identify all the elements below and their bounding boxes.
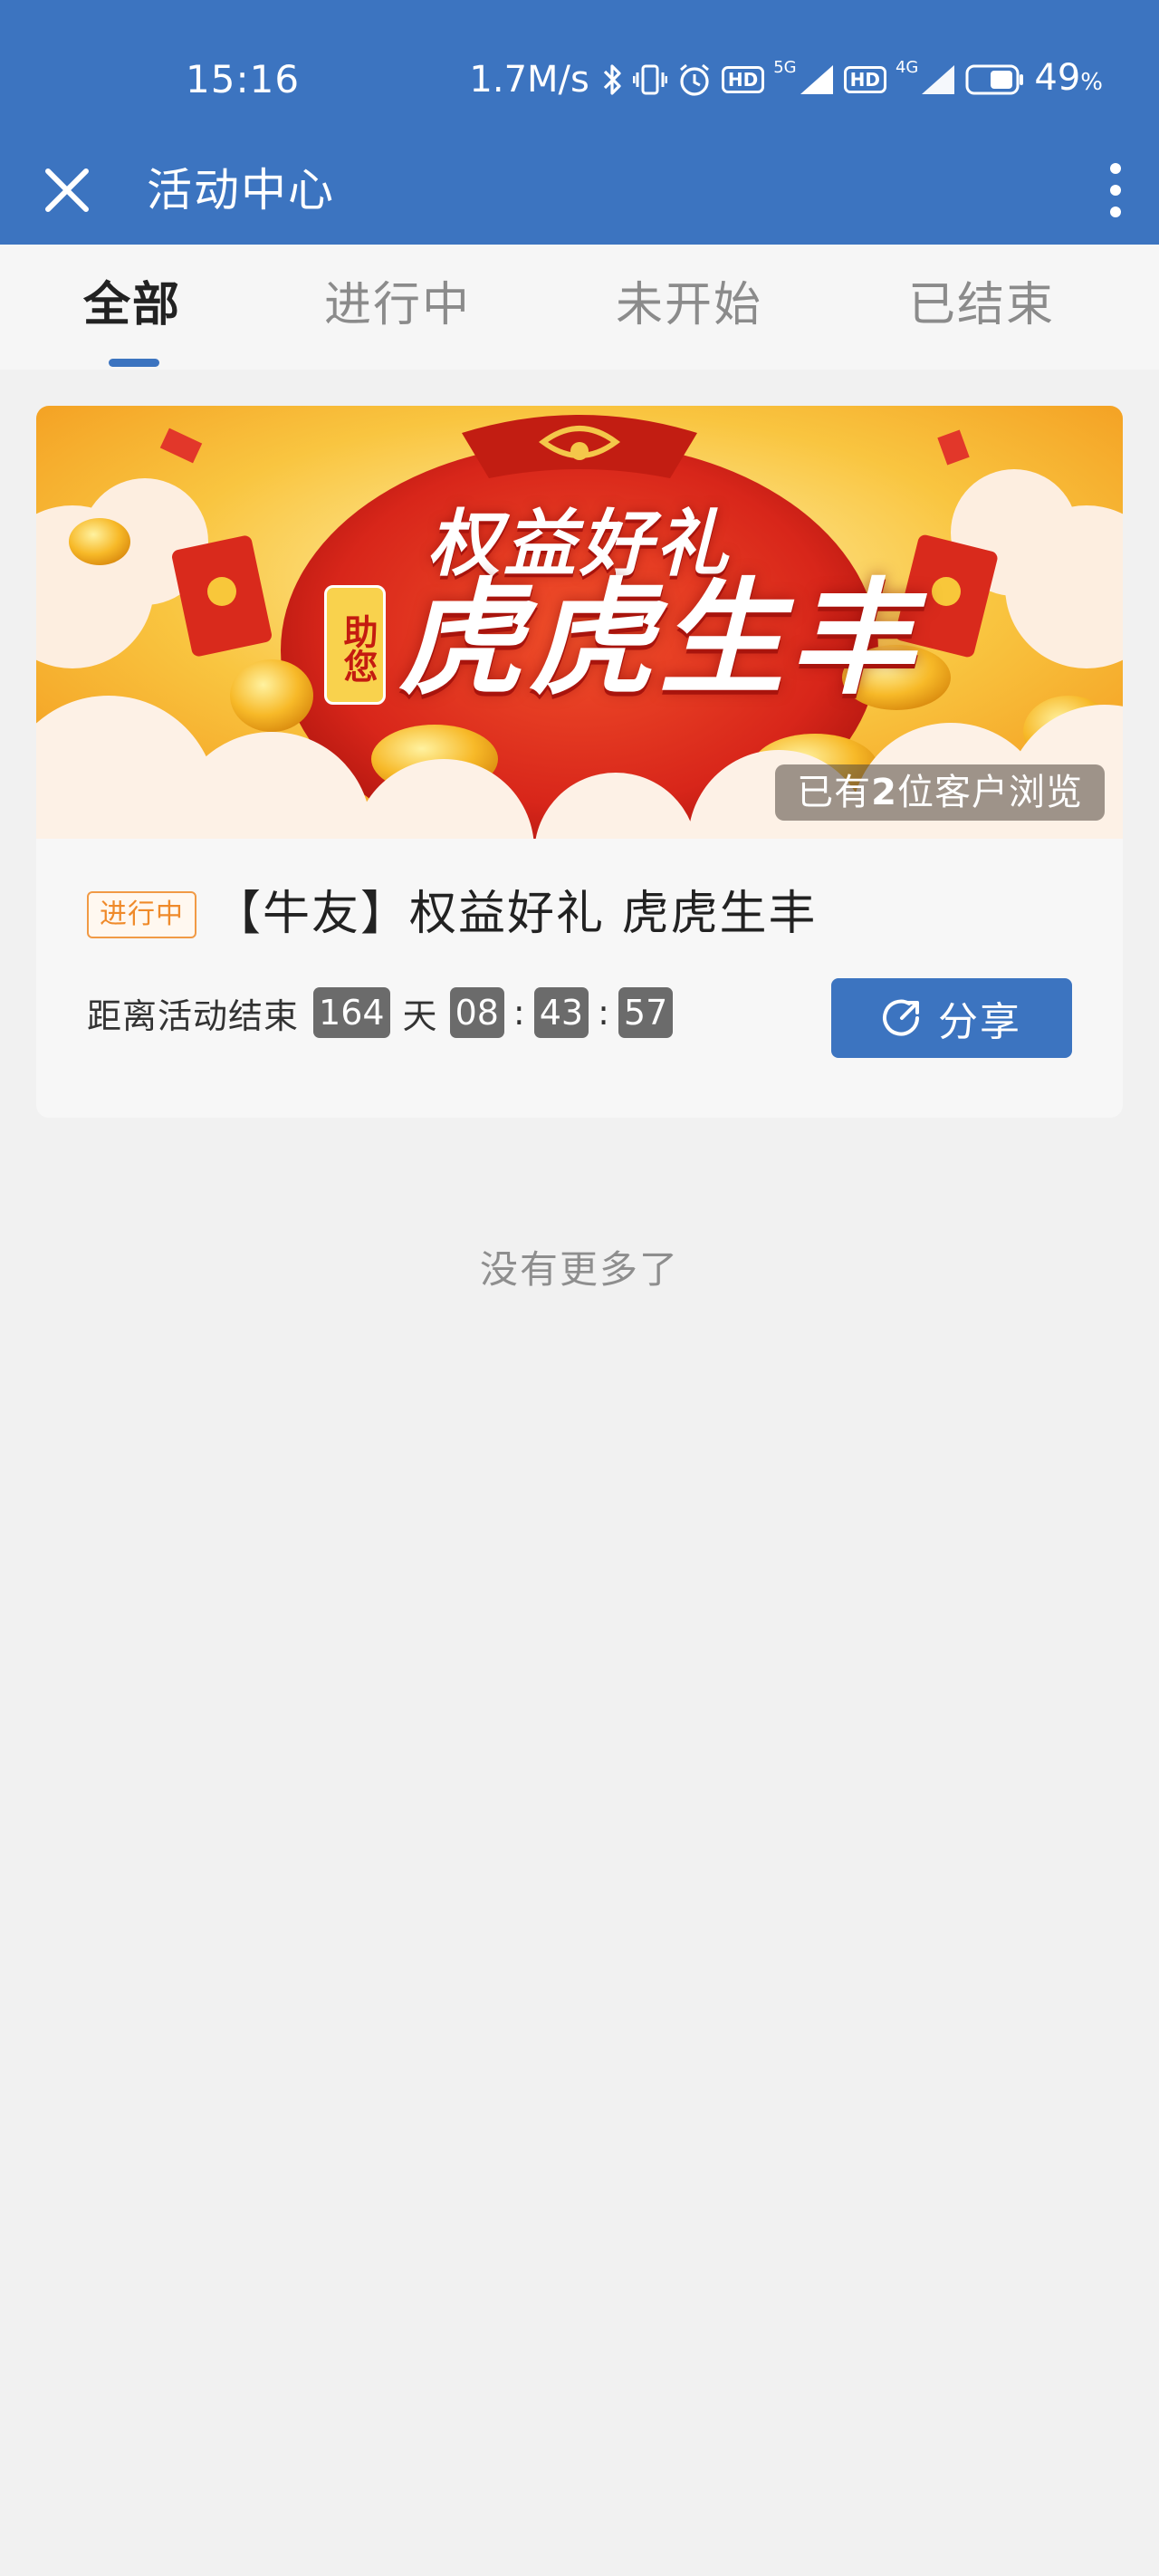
title-bar: 活动中心 — [0, 136, 1159, 245]
tab-ongoing[interactable]: 进行中 — [324, 274, 471, 337]
tab-all[interactable]: 全部 — [83, 274, 181, 337]
header: 15:16 1.7M/s HD 5G HD 4G 49% 活动中心 — [0, 0, 1159, 245]
close-icon — [45, 168, 89, 212]
bluetooth-icon — [602, 62, 624, 98]
status-badge: 进行中 — [87, 891, 196, 938]
countdown-timer: 距离活动结束 164 天 08 : 43 : 57 — [87, 984, 674, 1042]
share-label: 分享 — [938, 999, 1021, 1045]
signal-icon — [799, 63, 835, 96]
tab-not-started[interactable]: 未开始 — [616, 274, 762, 337]
countdown-days: 164 — [313, 987, 390, 1038]
status-bar: 15:16 1.7M/s HD 5G HD 4G 49% — [0, 0, 1159, 136]
hd-voice-icon: HD — [721, 66, 765, 93]
close-button[interactable] — [33, 156, 101, 225]
countdown-hours: 08 — [449, 987, 504, 1038]
activity-title[interactable]: 【牛友】权益好礼 虎虎生丰 — [214, 882, 818, 946]
network-type-5g: 5G — [773, 58, 797, 77]
page-title: 活动中心 — [147, 164, 335, 216]
tab-ended[interactable]: 已结束 — [908, 274, 1055, 337]
status-icons: 1.7M/s HD 5G HD 4G 49% — [469, 53, 1103, 107]
activity-banner[interactable]: 权益好礼 助您 虎虎生丰 已有2位客户浏览 — [36, 406, 1123, 839]
no-more-text: 没有更多了 — [479, 1247, 679, 1292]
activity-center-screen: 15:16 1.7M/s HD 5G HD 4G 49% 活动中心 全部 进行中… — [0, 0, 1159, 2576]
status-time: 15:16 — [186, 57, 301, 101]
view-count-badge: 已有2位客户浏览 — [775, 764, 1105, 821]
network-type-4g: 4G — [895, 58, 919, 77]
share-button[interactable]: 分享 — [831, 978, 1072, 1058]
battery-percent: 49% — [1034, 56, 1103, 99]
alarm-icon — [676, 62, 713, 98]
battery-icon — [965, 63, 1025, 96]
share-icon — [883, 999, 919, 1036]
active-tab-indicator — [109, 359, 159, 367]
hd-voice-icon-2: HD — [843, 66, 886, 93]
countdown-separator: : — [598, 993, 609, 1033]
more-options-button[interactable] — [1088, 154, 1143, 226]
more-vertical-icon — [1110, 163, 1121, 217]
signal-icon-2 — [920, 63, 956, 96]
banner-help-badge: 助您 — [324, 585, 386, 705]
countdown-days-unit: 天 — [402, 995, 437, 1036]
network-speed: 1.7M/s — [469, 59, 589, 101]
banner-title-sub: 虎虎生丰 — [398, 564, 921, 712]
countdown-seconds: 57 — [618, 987, 674, 1038]
activity-card[interactable]: 权益好礼 助您 虎虎生丰 已有2位客户浏览 进行中 【牛友】权益好礼 虎虎生丰 … — [36, 406, 1123, 1118]
countdown-label: 距离活动结束 — [87, 995, 300, 1036]
countdown-minutes: 43 — [533, 987, 589, 1038]
vibrate-icon — [632, 62, 667, 98]
countdown-separator: : — [512, 993, 525, 1033]
filter-tabs: 全部 进行中 未开始 已结束 — [0, 245, 1159, 370]
